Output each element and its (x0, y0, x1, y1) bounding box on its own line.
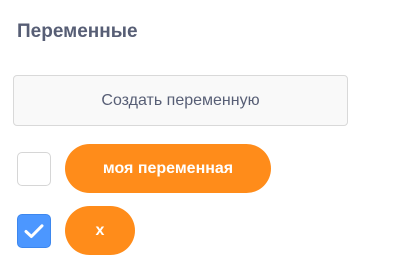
variables-panel: Переменные Создать переменную моя переме… (0, 0, 417, 259)
variable-row: моя переменная (15, 144, 395, 194)
variable-pill[interactable]: моя переменная (65, 144, 271, 193)
section-title: Переменные (17, 21, 138, 42)
create-variable-button[interactable]: Создать переменную (13, 75, 348, 126)
variable-row: x (15, 206, 395, 256)
variable-pill[interactable]: x (65, 206, 135, 255)
checkmark-icon (24, 224, 44, 238)
variable-checkbox-checked[interactable] (17, 214, 51, 248)
variable-checkbox[interactable] (17, 152, 51, 186)
